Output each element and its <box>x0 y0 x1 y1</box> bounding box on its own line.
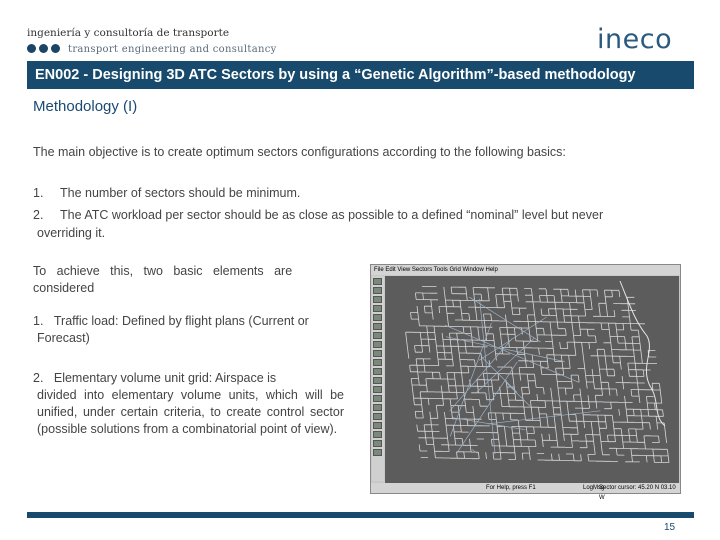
elements-intro-cont: considered <box>33 281 95 295</box>
tool-button-icon <box>373 305 382 312</box>
brand-dot-icon <box>27 44 36 53</box>
ineco-logo: ineco <box>597 24 673 55</box>
tool-button-icon <box>373 449 382 456</box>
basics-item-number: 1. <box>33 186 44 200</box>
main-objective-text: The main objective is to create optimum … <box>33 145 566 159</box>
tool-button-icon <box>373 422 382 429</box>
tool-button-icon <box>373 332 382 339</box>
elements-item: 1. Traffic load: Defined by flight plans… <box>33 313 344 347</box>
tagline-spanish: ingeniería y consultoría de transporte <box>27 27 230 39</box>
basics-list: 1. The number of sectors should be minimu… <box>33 184 683 242</box>
tool-button-icon <box>373 413 382 420</box>
screenshot-statusbar: For Help, press F1 LogMsg Sector cursor:… <box>371 483 680 501</box>
tool-button-icon <box>373 404 382 411</box>
basics-item: 1. The number of sectors should be minimu… <box>33 184 683 202</box>
screenshot-menubar: File Edit View Sectors Tools Grid Window… <box>371 265 680 275</box>
basics-item-text: The ATC workload per sector should be as… <box>60 208 604 222</box>
elements-item: 2. Elementary volume unit grid: Airspace… <box>33 370 344 438</box>
tool-button-icon <box>373 440 382 447</box>
footer-bar <box>27 512 694 518</box>
tool-button-icon <box>373 323 382 330</box>
tool-button-icon <box>373 395 382 402</box>
basics-item: 2. The ATC workload per sector should be … <box>33 206 683 242</box>
brand-dot-icon <box>51 44 60 53</box>
elements-item-number: 1. <box>33 314 44 328</box>
elements-item-continuation: divided into elementary volume units, wh… <box>37 388 344 436</box>
basics-item-text: The number of sectors should be minimum. <box>60 186 301 200</box>
brand-dots <box>27 44 60 53</box>
elements-item-continuation: Forecast) <box>37 331 90 345</box>
status-help-text: For Help, press F1 <box>486 485 536 491</box>
elements-item-text: Elementary volume unit grid: Airspace is <box>53 371 277 385</box>
tool-button-icon <box>373 341 382 348</box>
traffic-routes <box>444 296 601 455</box>
tool-button-icon <box>373 377 382 384</box>
slide-title: EN002 - Designing 3D ATC Sectors by usin… <box>27 61 694 89</box>
screenshot-toolbar <box>372 276 384 481</box>
tool-button-icon <box>373 350 382 357</box>
tool-button-icon <box>373 386 382 393</box>
grid-lines <box>405 286 670 463</box>
elements-column: To achieve this, two basic elements are … <box>33 263 344 438</box>
tool-button-icon <box>373 431 382 438</box>
elements-item-text: Traffic load: Defined by flight plans (C… <box>53 314 309 328</box>
elements-item-number: 2. <box>33 371 44 385</box>
coastline <box>619 280 666 427</box>
tool-button-icon <box>373 287 382 294</box>
sector-grid-svg <box>405 280 670 463</box>
tool-button-icon <box>373 278 382 285</box>
page-number: 15 <box>664 522 676 533</box>
tool-button-icon <box>373 359 382 366</box>
tool-button-icon <box>373 314 382 321</box>
brand-dot-icon <box>39 44 48 53</box>
software-screenshot: File Edit View Sectors Tools Grid Window… <box>370 264 681 501</box>
elements-intro: To achieve this, two basic elements are <box>33 264 293 278</box>
sector-grid-map <box>385 276 679 483</box>
tagline-english: transport engineering and consultancy <box>68 44 277 55</box>
status-cursor: Sector cursor: 45.20 N 03.10 W <box>599 485 676 501</box>
slide-subtitle: Methodology (I) <box>33 98 138 115</box>
tool-button-icon <box>373 296 382 303</box>
basics-item-continuation: overriding it. <box>37 226 106 240</box>
tool-button-icon <box>373 368 382 375</box>
basics-item-number: 2. <box>33 208 44 222</box>
